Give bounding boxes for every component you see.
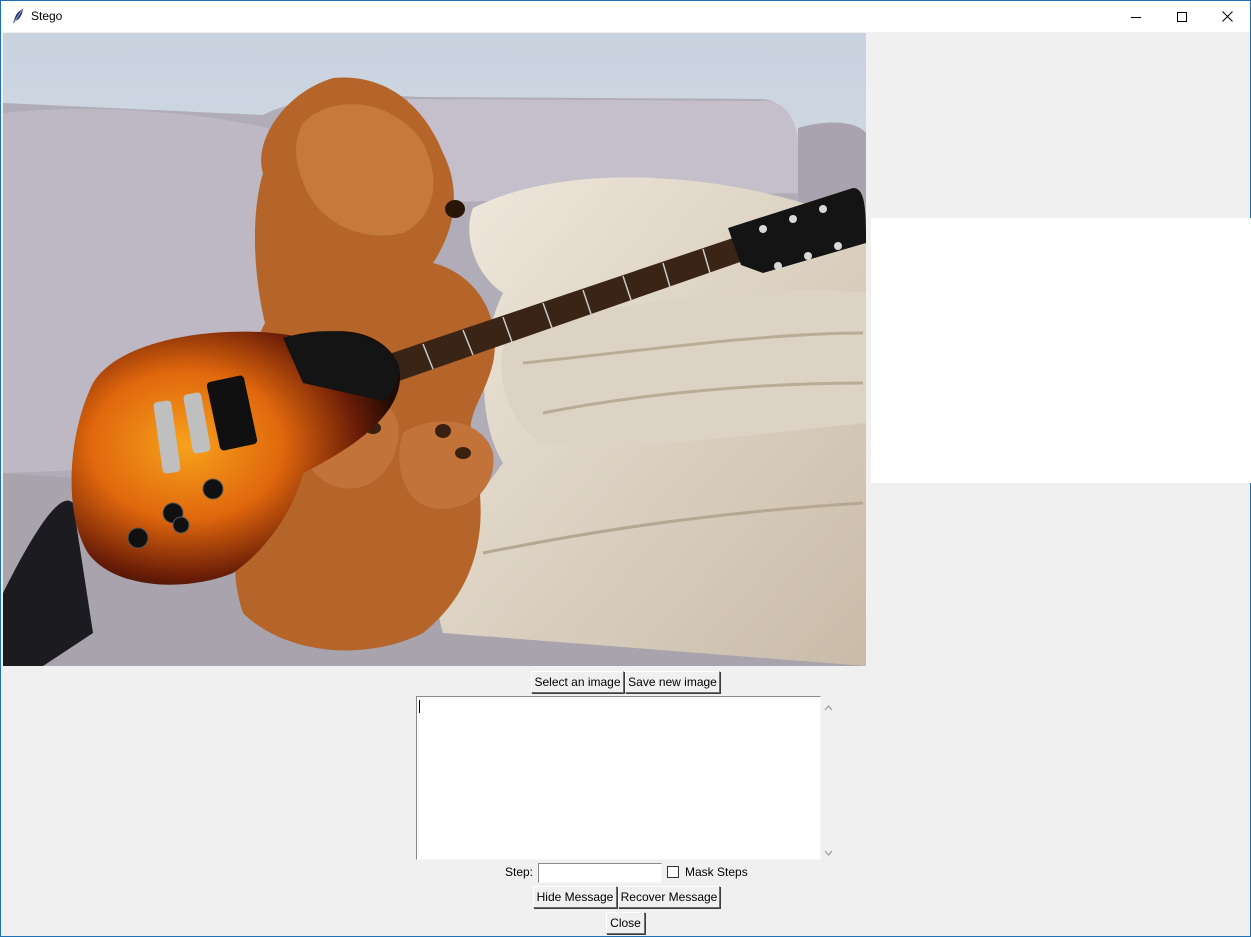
image-preview bbox=[3, 33, 866, 666]
select-image-button[interactable]: Select an image bbox=[531, 671, 624, 693]
message-scrollbar[interactable] bbox=[821, 696, 836, 860]
mask-steps-label: Mask Steps bbox=[685, 865, 748, 879]
hide-message-button[interactable]: Hide Message bbox=[533, 886, 617, 908]
recover-message-button[interactable]: Recover Message bbox=[618, 886, 720, 908]
message-textarea[interactable] bbox=[416, 696, 821, 860]
close-button[interactable]: Close bbox=[606, 912, 645, 934]
step-input[interactable] bbox=[538, 863, 662, 883]
save-image-button[interactable]: Save new image bbox=[625, 671, 720, 693]
maximize-icon bbox=[1177, 11, 1187, 22]
maximize-button[interactable] bbox=[1159, 1, 1205, 32]
minimize-button[interactable] bbox=[1113, 1, 1159, 32]
close-icon bbox=[1221, 11, 1233, 22]
mask-steps-checkbox[interactable] bbox=[667, 866, 679, 878]
close-window-button[interactable] bbox=[1204, 1, 1250, 32]
app-window: Stego Select an image Save new image Ste… bbox=[0, 0, 1251, 937]
step-label: Step: bbox=[505, 865, 534, 879]
minimize-icon bbox=[1131, 12, 1141, 22]
scroll-down-icon[interactable] bbox=[824, 846, 833, 856]
title-bar[interactable]: Stego bbox=[1, 1, 1250, 32]
text-caret bbox=[419, 700, 420, 713]
scroll-up-icon[interactable] bbox=[824, 701, 833, 711]
window-title: Stego bbox=[31, 9, 63, 23]
message-preview-area bbox=[871, 218, 1251, 483]
feather-icon bbox=[11, 8, 25, 24]
